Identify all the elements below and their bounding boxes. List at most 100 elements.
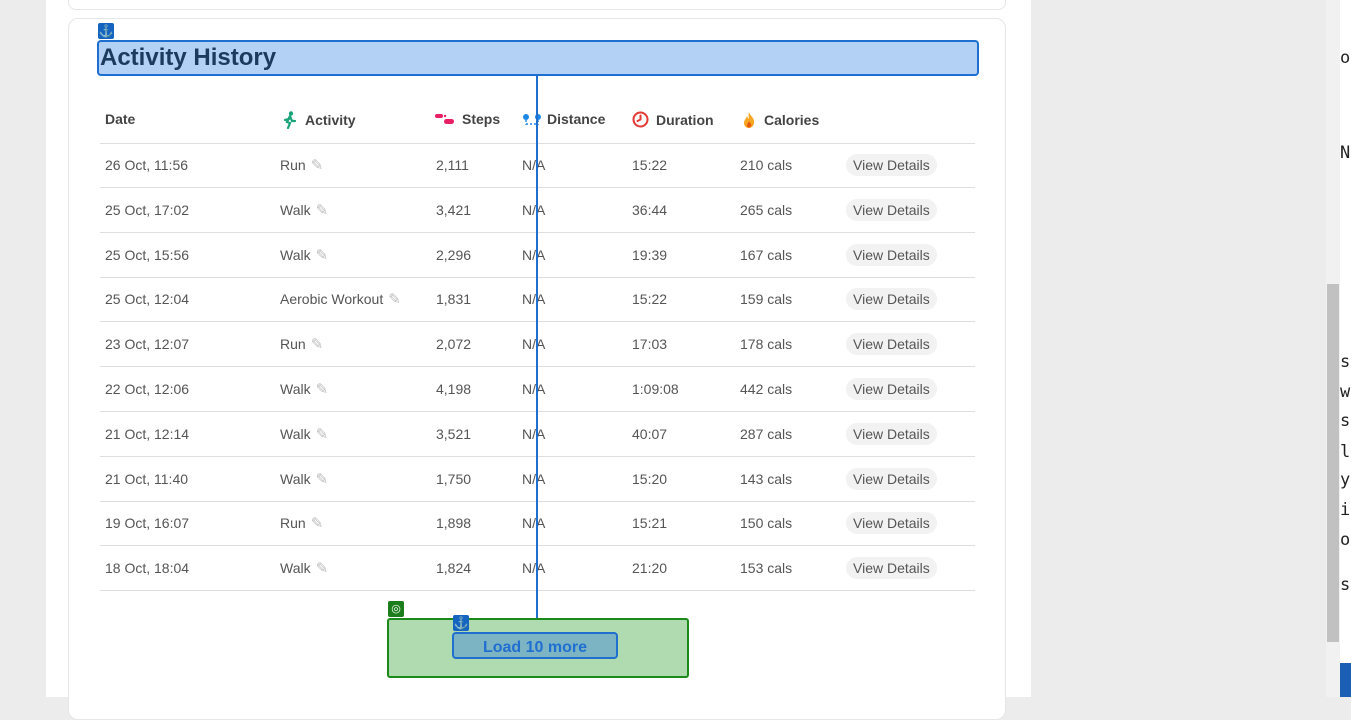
view-details-button[interactable]: View Details	[846, 244, 937, 266]
right-margin	[1031, 0, 1326, 697]
row-steps: 2,072	[436, 336, 472, 352]
row-distance: N/A	[522, 515, 546, 531]
row-activity-label: Walk	[280, 471, 311, 487]
column-header-activity-label: Activity	[305, 112, 356, 128]
row-duration: 15:22	[632, 157, 668, 173]
stopwatch-icon	[632, 111, 649, 128]
row-date: 26 Oct, 11:56	[105, 157, 189, 173]
view-details-button[interactable]: View Details	[846, 288, 937, 310]
pencil-icon[interactable]: ✎	[316, 559, 329, 577]
side-panel-glyph: y	[1340, 470, 1351, 490]
pencil-icon[interactable]: ✎	[388, 290, 401, 308]
view-details-button[interactable]: View Details	[846, 199, 937, 221]
load-more-button[interactable]: Load 10 more	[452, 632, 618, 659]
pencil-icon[interactable]: ✎	[316, 201, 329, 219]
row-activity-label: Run	[280, 336, 306, 352]
row-date: 25 Oct, 12:04	[105, 291, 190, 307]
row-activity: Walk ✎	[280, 200, 328, 220]
column-header-activity: Activity	[282, 111, 356, 129]
side-panel-glyph: N	[1340, 143, 1351, 163]
row-calories: 210 cals	[740, 157, 793, 173]
route-pins-icon	[522, 112, 542, 126]
anchor-icon: ⚓	[453, 615, 469, 631]
row-distance: N/A	[522, 202, 546, 218]
row-duration: 36:44	[632, 202, 668, 218]
row-calories: 150 cals	[740, 515, 793, 531]
column-header-calories-label: Calories	[764, 112, 820, 128]
column-header-duration-label: Duration	[656, 111, 714, 128]
row-activity-label: Run	[280, 515, 306, 531]
row-activity: Walk ✎	[280, 245, 328, 265]
row-date: 19 Oct, 16:07	[105, 515, 190, 531]
row-activity-label: Walk	[280, 247, 311, 263]
row-steps: 3,421	[436, 202, 472, 218]
pencil-icon[interactable]: ✎	[311, 156, 324, 174]
view-details-button[interactable]: View Details	[846, 557, 937, 579]
row-activity: Run ✎	[280, 334, 323, 354]
view-details-button[interactable]: View Details	[846, 423, 937, 445]
row-duration: 19:39	[632, 247, 668, 263]
row-steps: 2,111	[436, 157, 469, 173]
previous-card	[68, 0, 1006, 10]
row-steps: 1,824	[436, 560, 472, 576]
row-activity: Walk ✎	[280, 558, 328, 578]
flame-icon	[741, 111, 757, 129]
side-panel-glyph: s	[1340, 575, 1351, 595]
row-activity-label: Walk	[280, 202, 311, 218]
row-distance: N/A	[522, 381, 546, 397]
side-panel-glyph: o	[1340, 48, 1351, 68]
row-activity: Walk ✎	[280, 379, 328, 399]
side-panel-glyph: w	[1340, 382, 1351, 402]
side-panel-glyph: i	[1340, 500, 1351, 520]
row-distance: N/A	[522, 560, 546, 576]
anchor-icon: ⚓	[98, 23, 114, 39]
side-panel-glyph: o	[1340, 530, 1351, 550]
row-activity: Walk ✎	[280, 424, 328, 444]
scrollbar-thumb[interactable]	[1327, 284, 1339, 642]
column-header-duration: Duration	[632, 111, 714, 128]
row-calories: 178 cals	[740, 336, 793, 352]
column-header-date: Date	[105, 111, 135, 127]
row-distance: N/A	[522, 247, 546, 263]
person-walking-icon	[282, 111, 298, 129]
row-steps: 1,750	[436, 471, 472, 487]
view-details-button[interactable]: View Details	[846, 333, 937, 355]
footprints-icon	[434, 112, 455, 126]
row-duration: 21:20	[632, 560, 668, 576]
row-steps: 2,296	[436, 247, 472, 263]
row-date: 25 Oct, 15:56	[105, 247, 190, 263]
column-header-distance-label: Distance	[547, 111, 606, 127]
row-distance: N/A	[522, 336, 546, 352]
column-header-calories: Calories	[741, 111, 819, 129]
row-calories: 159 cals	[740, 291, 793, 307]
side-panel: oNswslyios	[1340, 0, 1351, 697]
view-details-button[interactable]: View Details	[846, 378, 937, 400]
row-activity-label: Walk	[280, 381, 311, 397]
side-panel-glyph: s	[1340, 411, 1351, 431]
row-activity: Run ✎	[280, 155, 323, 175]
row-distance: N/A	[522, 291, 546, 307]
pencil-icon[interactable]: ✎	[316, 380, 329, 398]
view-details-button[interactable]: View Details	[846, 154, 937, 176]
row-duration: 17:03	[632, 336, 668, 352]
pencil-icon[interactable]: ✎	[316, 470, 329, 488]
pencil-icon[interactable]: ✎	[311, 514, 324, 532]
row-date: 18 Oct, 18:04	[105, 560, 190, 576]
view-details-button[interactable]: View Details	[846, 512, 937, 534]
row-activity-label: Walk	[280, 426, 311, 442]
pencil-icon[interactable]: ✎	[311, 335, 324, 353]
target-icon: ◎	[388, 601, 404, 617]
row-calories: 265 cals	[740, 202, 793, 218]
pencil-icon[interactable]: ✎	[316, 425, 329, 443]
row-duration: 40:07	[632, 426, 668, 442]
column-header-steps-label: Steps	[462, 111, 501, 127]
side-panel-glyph: s	[1340, 352, 1351, 372]
left-gutter	[0, 0, 46, 697]
row-steps: 3,521	[436, 426, 472, 442]
row-distance: N/A	[522, 157, 546, 173]
view-details-button[interactable]: View Details	[846, 468, 937, 490]
row-activity-label: Walk	[280, 560, 311, 576]
row-calories: 287 cals	[740, 426, 793, 442]
row-calories: 167 cals	[740, 247, 793, 263]
pencil-icon[interactable]: ✎	[316, 246, 329, 264]
